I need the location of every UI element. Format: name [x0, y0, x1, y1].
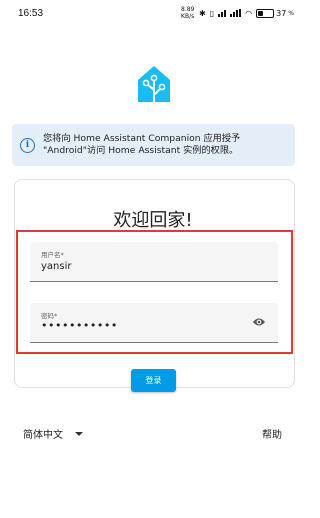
login-button[interactable]: 登录 — [131, 369, 176, 392]
info-text: 您将向 Home Assistant Companion 应用授予 "Andro… — [43, 133, 240, 157]
page-title: 欢迎回家! — [113, 210, 193, 231]
info-icon: i — [20, 137, 35, 153]
signal-icon — [218, 9, 227, 17]
home-assistant-logo — [138, 66, 170, 103]
status-time: 16:53 — [18, 7, 44, 19]
language-select[interactable]: 简体中文 — [23, 426, 83, 441]
battery-level: 37 — [276, 8, 287, 18]
chevron-down-icon — [75, 431, 83, 436]
language-label: 简体中文 — [23, 430, 63, 441]
info-line-2: "Android"访问 Home Assistant 实例的权限。 — [43, 145, 239, 156]
vibrate-icon: ▯ — [209, 8, 215, 18]
status-bar: 16:53 8.89 KB/s ✱ ▯ ◠ 37% — [0, 0, 306, 26]
battery-icon: 37% — [256, 8, 294, 18]
wifi-icon: ◠ — [245, 8, 253, 18]
info-banner: i 您将向 Home Assistant Companion 应用授予 "And… — [12, 124, 295, 166]
status-icons: 8.89 KB/s ✱ ▯ ◠ 37% — [181, 6, 294, 20]
info-line-1: 您将向 Home Assistant Companion 应用授予 — [43, 133, 241, 144]
help-link[interactable]: 帮助 — [262, 426, 282, 441]
data-speed: 8.89 KB/s — [181, 6, 195, 20]
signal-icon-2 — [230, 9, 242, 17]
bluetooth-icon: ✱ — [199, 8, 206, 18]
highlight-box — [16, 230, 293, 354]
